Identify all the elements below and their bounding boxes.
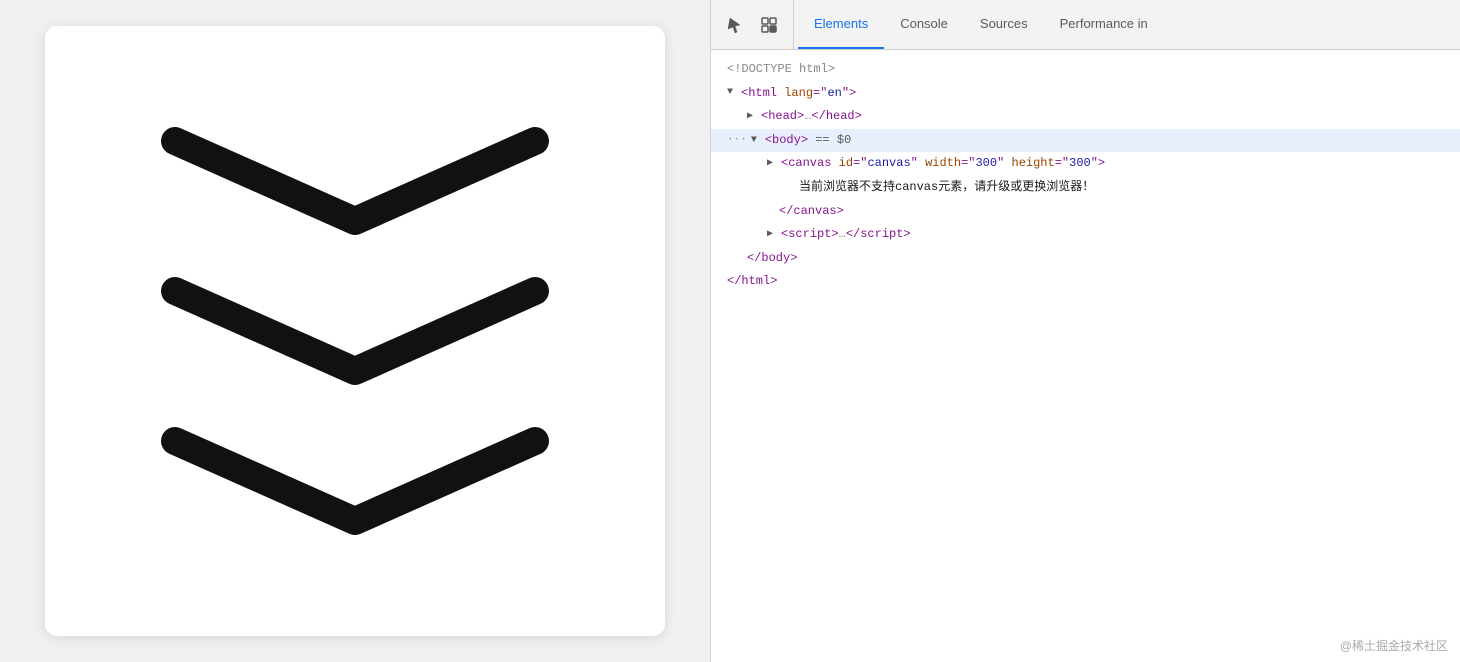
code-line-html-close: </html> [711,270,1460,294]
code-line-doctype: <!DOCTYPE html> [711,58,1460,82]
tab-performance[interactable]: Performance in [1044,0,1164,49]
dots-prefix: ··· [727,131,747,151]
chevron-svg-3 [155,416,555,546]
body-close-tag: </body> [747,248,797,270]
doctype-text: <!DOCTYPE html> [727,59,835,81]
body-eq: == [815,130,829,152]
devtools-code-content: <!DOCTYPE html> <html lang =" en "> <hea… [711,50,1460,662]
body-tag-open: <body> [765,130,808,152]
code-line-html-open: <html lang =" en "> [711,82,1460,106]
chevron-row-1 [155,116,555,246]
tab-console[interactable]: Console [884,0,964,49]
chevrons-container [155,116,555,546]
code-line-head: <head> … </head> [711,105,1460,129]
script-triangle[interactable] [767,229,779,241]
head-tag: <head> [761,106,804,128]
left-panel [0,0,710,662]
head-triangle[interactable] [747,111,759,123]
chevron-svg-1 [155,116,555,246]
code-line-script: <script> … </script> [711,223,1460,247]
code-line-body-close: </body> [711,247,1460,271]
code-line-canvas-open: <canvas id =" canvas " width =" 300 " he… [711,152,1460,176]
code-line-body: ··· <body> == $0 [711,129,1460,153]
html-tag-open: <html [741,83,777,105]
chevron-svg-2 [155,266,555,396]
devtools-panel: Elements Console Sources Performance in … [710,0,1460,662]
devtools-toolbar: Elements Console Sources Performance in [711,0,1460,50]
code-line-canvas-text: 当前浏览器不支持canvas元素，请升级或更换浏览器！ [711,176,1460,200]
code-line-canvas-close: </canvas> [711,200,1460,224]
canvas-card [45,26,665,636]
tab-sources[interactable]: Sources [964,0,1044,49]
html-lang-value: en [827,83,841,105]
canvas-triangle[interactable] [767,158,779,170]
watermark: @稀土掘金技术社区 [1340,637,1448,654]
toolbar-icons [711,0,794,49]
cursor-tool-button[interactable] [719,9,751,41]
html-triangle[interactable] [727,87,739,99]
toolbar-tabs: Elements Console Sources Performance in [794,0,1168,49]
tab-elements[interactable]: Elements [798,0,884,49]
body-dollar: $0 [837,130,851,152]
html-lang-attr: lang [784,83,813,105]
canvas-fallback-text: 当前浏览器不支持canvas元素，请升级或更换浏览器！ [799,177,1094,199]
chevron-row-3 [155,416,555,546]
inspect-tool-button[interactable] [753,9,785,41]
chevron-row-2 [155,266,555,396]
canvas-close-tag: </canvas> [779,201,844,223]
html-close-tag: </html> [727,271,777,293]
body-triangle[interactable] [751,135,763,147]
